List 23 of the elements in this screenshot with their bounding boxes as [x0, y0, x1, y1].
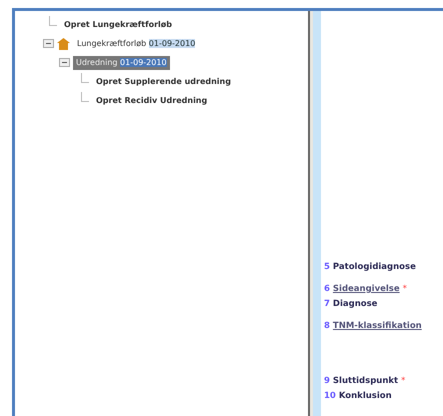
step-link[interactable]: Sideangivelse [332, 283, 400, 296]
tree-item[interactable]: Opret Recidiv Udredning [93, 94, 210, 108]
required-marker: * [402, 283, 407, 296]
house-icon [57, 38, 70, 50]
required-marker: * [401, 375, 406, 388]
step-number: 6 [324, 283, 330, 296]
step-number: 9 [324, 375, 330, 388]
step-number: 10 [324, 390, 336, 403]
step-label: Patologidiagnose [332, 261, 416, 274]
step-number: 7 [324, 298, 330, 311]
step-label: Sluttidspunkt [332, 375, 398, 388]
splitter-handle[interactable] [308, 11, 313, 416]
step-number: 8 [324, 320, 330, 333]
collapse-toggle[interactable] [43, 39, 54, 48]
tree-item[interactable]: Opret Supplerende udredning [93, 74, 234, 88]
step-link[interactable]: TNM-klassifikation [332, 320, 422, 333]
tree-item[interactable]: Udredning 01-09-2010 [73, 56, 170, 70]
step-label: Konklusion [338, 390, 392, 403]
step-number: 5 [324, 261, 330, 274]
collapse-toggle[interactable] [59, 58, 70, 67]
tree-item[interactable]: Lungekræftforløb 01-09-2010 [74, 36, 198, 50]
tree-item[interactable]: Opret Lungekræftforløb [61, 18, 175, 32]
step-label: Diagnose [332, 298, 378, 311]
